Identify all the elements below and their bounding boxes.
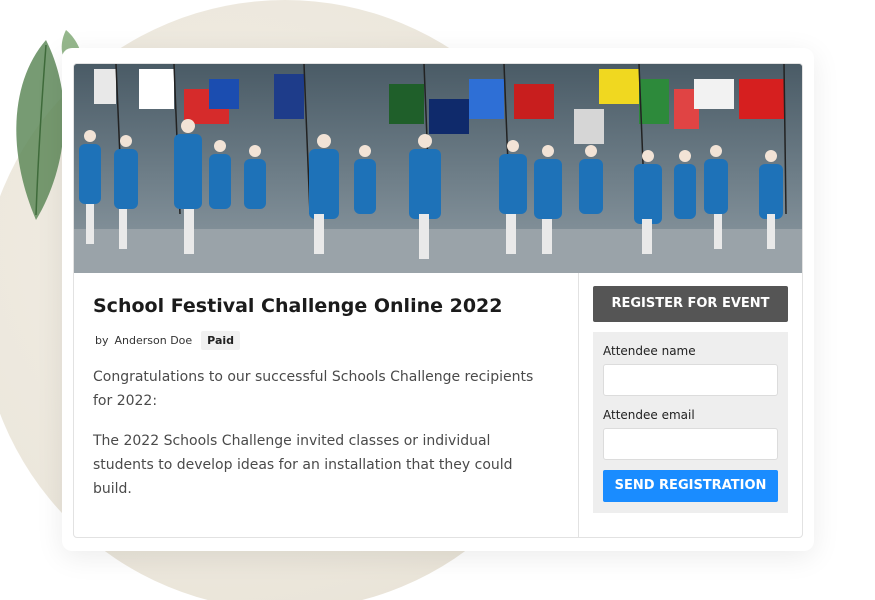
send-registration-button[interactable]: SEND REGISTRATION bbox=[603, 470, 778, 502]
registration-panel: REGISTER FOR EVENT Attendee name Attende… bbox=[579, 273, 802, 537]
hero-image bbox=[74, 64, 802, 273]
parade-photo bbox=[74, 64, 802, 273]
event-card: School Festival Challenge Online 2022 by… bbox=[62, 48, 814, 551]
event-details: School Festival Challenge Online 2022 by… bbox=[74, 273, 579, 537]
price-badge: Paid bbox=[201, 331, 241, 350]
attendee-email-label: Attendee email bbox=[603, 408, 695, 422]
registration-form: Attendee name Attendee email SEND REGIST… bbox=[593, 332, 788, 513]
event-meta: by Anderson Doe Paid bbox=[95, 331, 241, 350]
attendee-email-input[interactable] bbox=[603, 428, 778, 460]
event-card-inner: School Festival Challenge Online 2022 by… bbox=[73, 63, 803, 538]
attendee-name-label: Attendee name bbox=[603, 344, 696, 358]
attendee-name-input[interactable] bbox=[603, 364, 778, 396]
event-title: School Festival Challenge Online 2022 bbox=[93, 295, 503, 317]
event-description-2: The 2022 Schools Challenge invited class… bbox=[93, 433, 513, 497]
by-label: by bbox=[95, 334, 109, 347]
event-description-1: Congratulations to our successful School… bbox=[93, 369, 534, 409]
register-for-event-button[interactable]: REGISTER FOR EVENT bbox=[593, 286, 788, 322]
author-name[interactable]: Anderson Doe bbox=[115, 334, 193, 347]
